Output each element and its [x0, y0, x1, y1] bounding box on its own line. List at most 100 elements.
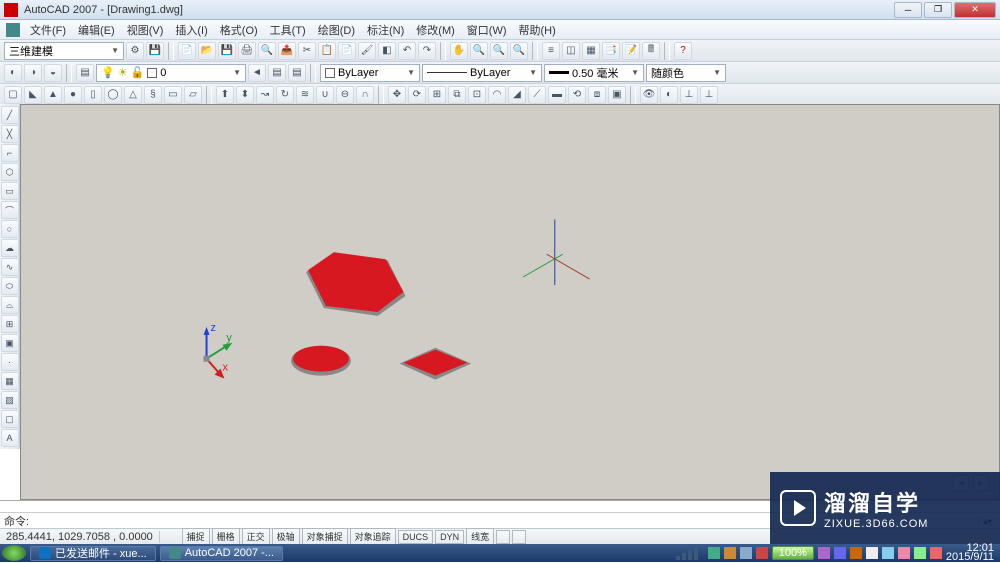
flatshot-button[interactable]: ▣	[608, 86, 626, 104]
redo-button[interactable]: ↷	[418, 42, 436, 60]
helix-button[interactable]: §	[144, 86, 162, 104]
3d-mirror-button[interactable]: ⧉	[448, 86, 466, 104]
tray-icon[interactable]	[850, 547, 862, 559]
revolve-button[interactable]: ↻	[276, 86, 294, 104]
tray-icon[interactable]	[708, 547, 720, 559]
system-clock[interactable]: 12:01 2015/9/11	[946, 544, 994, 562]
3d-align-button[interactable]: ⊞	[428, 86, 446, 104]
close-button[interactable]: ✕	[954, 2, 996, 18]
snap-toggle[interactable]: 捕捉	[182, 528, 210, 545]
osnap-toggle[interactable]: 对象捕捉	[302, 528, 348, 545]
zoom-rt-button[interactable]: 🔍	[470, 42, 488, 60]
workspace-settings-button[interactable]: ⚙	[126, 42, 144, 60]
help-button[interactable]: ?	[674, 42, 692, 60]
arc-tool[interactable]: ⌒	[1, 201, 19, 219]
slice-button[interactable]: ⟋	[528, 86, 546, 104]
lineweight-control[interactable]: 0.50 毫米 ▼	[544, 64, 644, 82]
paste-button[interactable]: 📄	[338, 42, 356, 60]
layer-match-button[interactable]: ▤	[288, 64, 306, 82]
tray-icon[interactable]	[898, 547, 910, 559]
spline-tool[interactable]: ∿	[1, 258, 19, 276]
zoom-prev-button[interactable]: 🔍	[510, 42, 528, 60]
sweep-button[interactable]: ↝	[256, 86, 274, 104]
rectangle-tool[interactable]: ▭	[1, 182, 19, 200]
pyramid-button[interactable]: △	[124, 86, 142, 104]
network-icon[interactable]	[882, 547, 894, 559]
tray-icon[interactable]	[724, 547, 736, 559]
3d-walk-button[interactable]: ◒	[44, 64, 62, 82]
region-tool[interactable]: ▢	[1, 410, 19, 428]
menu-window[interactable]: 窗口(W)	[461, 20, 513, 40]
linetype-control[interactable]: ByLayer ▼	[422, 64, 542, 82]
undo-button[interactable]: ↶	[398, 42, 416, 60]
zoom-indicator[interactable]: 100%	[772, 546, 814, 560]
markup-button[interactable]: 📝	[622, 42, 640, 60]
layer-iso-button[interactable]: ▤	[268, 64, 286, 82]
menu-file[interactable]: 文件(F)	[24, 20, 72, 40]
menu-format[interactable]: 格式(O)	[214, 20, 264, 40]
menu-help[interactable]: 帮助(H)	[513, 20, 562, 40]
qcalc-button[interactable]: 🖩	[642, 42, 660, 60]
menu-view[interactable]: 视图(V)	[121, 20, 170, 40]
plot-preview-button[interactable]: 🔍	[258, 42, 276, 60]
presspull-button[interactable]: ⬍	[236, 86, 254, 104]
tool-palettes-button[interactable]: ▦	[582, 42, 600, 60]
layer-combo[interactable]: 💡 ☀ 🔓 0 ▼	[96, 64, 246, 82]
make-block-tool[interactable]: ▣	[1, 334, 19, 352]
chamfer-edge-button[interactable]: ◢	[508, 86, 526, 104]
3d-array-button[interactable]: ⊡	[468, 86, 486, 104]
loft-button[interactable]: ≋	[296, 86, 314, 104]
taskbar-item-outlook[interactable]: 已发送邮件 - xue...	[30, 546, 156, 561]
status-tray-button[interactable]	[512, 530, 526, 544]
minimize-button[interactable]: ─	[894, 2, 922, 18]
3d-move-button[interactable]: ✥	[388, 86, 406, 104]
properties-button[interactable]: ≡	[542, 42, 560, 60]
section-button[interactable]: ⧈	[588, 86, 606, 104]
table-tool[interactable]: A	[1, 429, 19, 447]
wedge-button[interactable]: ◣	[24, 86, 42, 104]
ucs-button[interactable]: ⊥	[680, 86, 698, 104]
volume-icon[interactable]	[866, 547, 878, 559]
ellipse-tool[interactable]: ⬭	[1, 277, 19, 295]
pan-button[interactable]: ✋	[450, 42, 468, 60]
sheet-set-button[interactable]: 📑	[602, 42, 620, 60]
polyline-tool[interactable]: ⌐	[1, 144, 19, 162]
menu-edit[interactable]: 编辑(E)	[72, 20, 121, 40]
visual-style-button[interactable]: ◐	[660, 86, 678, 104]
new-button[interactable]: 📄	[178, 42, 196, 60]
menu-draw[interactable]: 绘图(D)	[312, 20, 361, 40]
block-editor-button[interactable]: ◧	[378, 42, 396, 60]
menu-tools[interactable]: 工具(T)	[264, 20, 312, 40]
ducs-toggle[interactable]: DUCS	[398, 530, 434, 544]
start-button[interactable]	[2, 545, 26, 561]
gradient-tool[interactable]: ▨	[1, 391, 19, 409]
menu-insert[interactable]: 插入(I)	[169, 20, 213, 40]
revcloud-tool[interactable]: ☁	[1, 239, 19, 257]
tray-icon[interactable]	[756, 547, 768, 559]
polygon-tool[interactable]: ⬡	[1, 163, 19, 181]
tray-icon[interactable]	[740, 547, 752, 559]
polar-toggle[interactable]: 极轴	[272, 528, 300, 545]
dyn-toggle[interactable]: DYN	[435, 530, 464, 544]
fillet-edge-button[interactable]: ◠	[488, 86, 506, 104]
cone-button[interactable]: ▲	[44, 86, 62, 104]
3d-swivel-button[interactable]: ◑	[24, 64, 42, 82]
plot-button[interactable]: 🖨	[238, 42, 256, 60]
workspace-combo[interactable]: 三维建模 ▼	[4, 42, 124, 60]
plotstyle-control[interactable]: 随颜色 ▼	[646, 64, 726, 82]
menu-modify[interactable]: 修改(M)	[410, 20, 461, 40]
layer-prev-button[interactable]: ◄	[248, 64, 266, 82]
intersect-button[interactable]: ∩	[356, 86, 374, 104]
tray-icon[interactable]	[818, 547, 830, 559]
construction-line-tool[interactable]: ╳	[1, 125, 19, 143]
ortho-toggle[interactable]: 正交	[242, 528, 270, 545]
ellipse-arc-tool[interactable]: ⌓	[1, 296, 19, 314]
line-tool[interactable]: ╱	[1, 106, 19, 124]
ucs2-button[interactable]: ⊥	[700, 86, 718, 104]
convert-button[interactable]: ⟲	[568, 86, 586, 104]
zoom-window-button[interactable]: 🔍	[490, 42, 508, 60]
match-props-button[interactable]: 🖌	[358, 42, 376, 60]
otrack-toggle[interactable]: 对象追踪	[350, 528, 396, 545]
save-button[interactable]: 💾	[218, 42, 236, 60]
hatch-tool[interactable]: ▦	[1, 372, 19, 390]
